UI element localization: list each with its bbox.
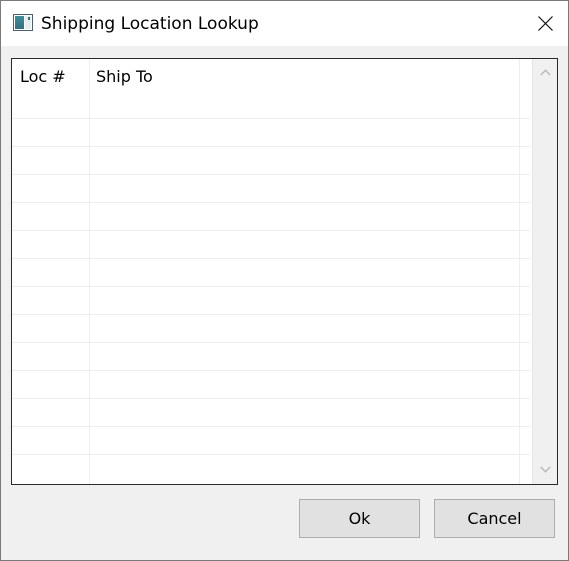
table-row[interactable] — [12, 426, 530, 454]
chevron-down-icon — [540, 466, 551, 473]
table-row[interactable] — [12, 398, 530, 426]
table-row[interactable] — [12, 370, 530, 398]
dialog-title: Shipping Location Lookup — [41, 14, 259, 34]
chevron-up-icon — [540, 69, 551, 76]
table-row[interactable] — [12, 174, 530, 202]
table-row[interactable] — [12, 342, 530, 370]
scroll-down-button[interactable] — [533, 459, 557, 481]
title-bar[interactable]: Shipping Location Lookup — [1, 1, 568, 46]
vertical-scrollbar[interactable] — [532, 59, 557, 484]
shipping-location-grid[interactable]: Loc # Ship To — [11, 58, 558, 485]
ok-button[interactable]: Ok — [299, 499, 420, 538]
close-button[interactable] — [522, 1, 568, 46]
table-row[interactable] — [12, 286, 530, 314]
table-row[interactable] — [12, 258, 530, 286]
cancel-button[interactable]: Cancel — [434, 499, 555, 538]
table-row[interactable] — [12, 454, 530, 482]
grid-rows — [12, 118, 530, 484]
scroll-up-button[interactable] — [533, 62, 557, 84]
table-row[interactable] — [12, 230, 530, 258]
column-header-ship-to[interactable]: Ship To — [90, 59, 519, 118]
table-row[interactable] — [12, 118, 530, 146]
table-row[interactable] — [12, 146, 530, 174]
lookup-dialog: Shipping Location Lookup Loc # Ship To O… — [0, 0, 569, 561]
table-row[interactable] — [12, 202, 530, 230]
close-icon — [538, 16, 553, 31]
table-row[interactable] — [12, 314, 530, 342]
app-window-icon — [13, 14, 33, 31]
column-header-loc[interactable]: Loc # — [12, 59, 89, 118]
